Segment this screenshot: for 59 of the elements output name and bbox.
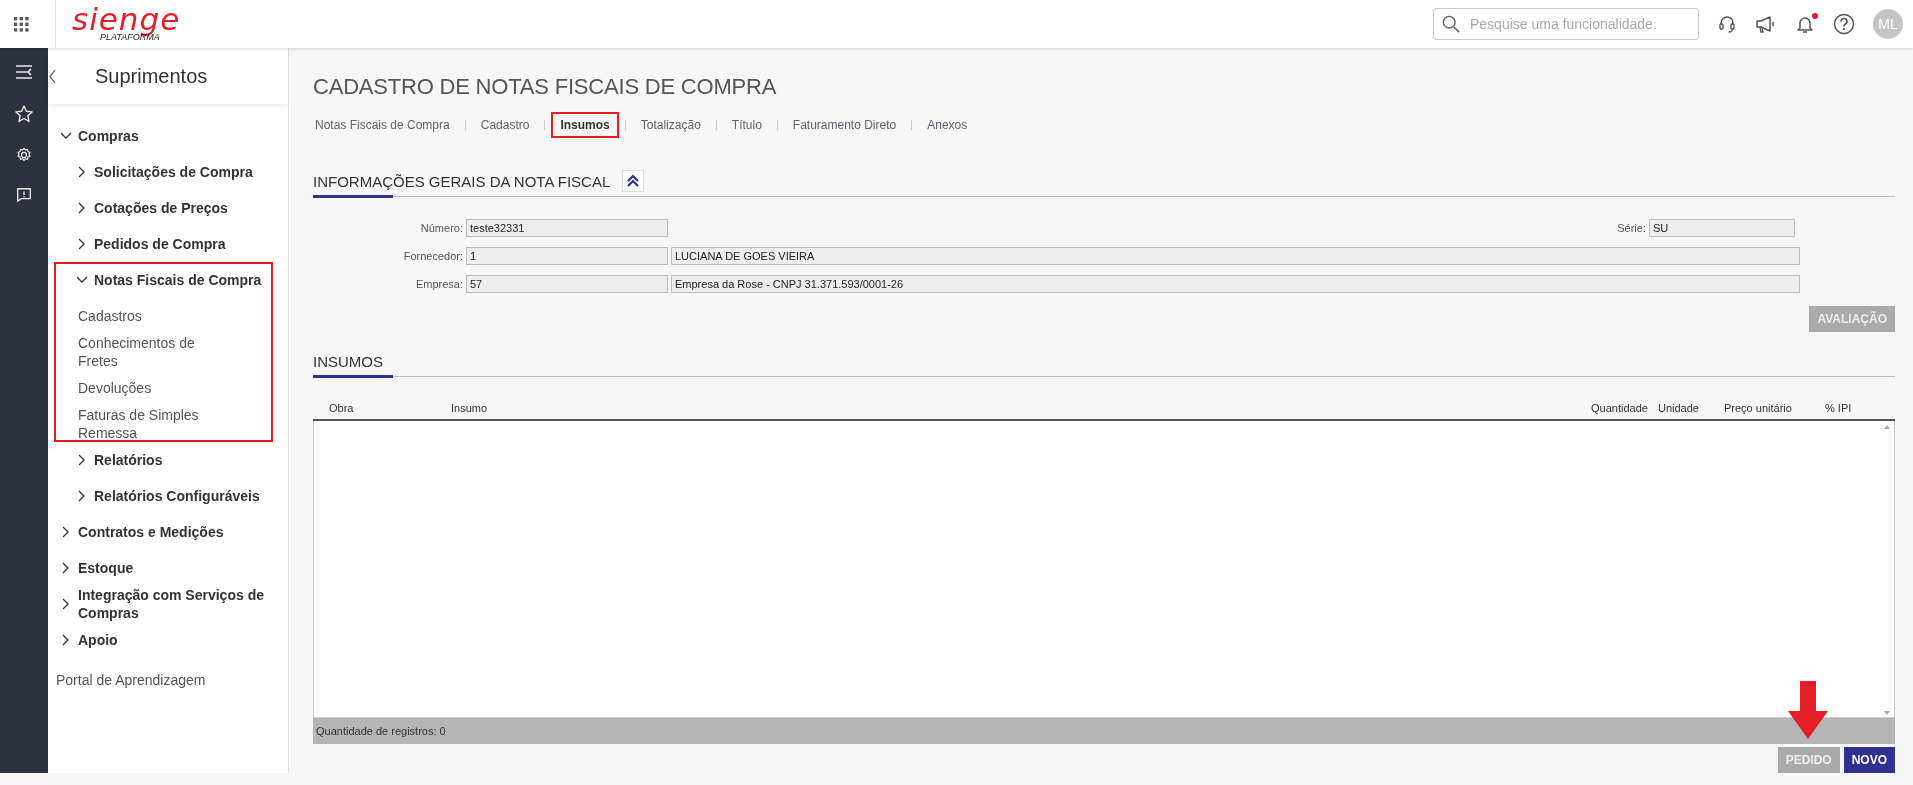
page-title: CADASTRO DE NOTAS FISCAIS DE COMPRA	[313, 73, 778, 101]
double-chevron-up-icon	[626, 174, 641, 188]
bell-icon[interactable]	[1795, 14, 1815, 34]
search-icon	[1442, 15, 1460, 33]
input-field[interactable]: 57	[466, 275, 668, 293]
tab[interactable]: Faturamento Direto	[783, 112, 906, 138]
sidebar-item[interactable]: Relatórios	[48, 442, 288, 478]
input-field[interactable]: LUCIANA DE GOES VIEIRA	[671, 247, 1800, 265]
sidebar-item[interactable]: Cadastros	[48, 298, 273, 334]
tab[interactable]: Cadastro	[471, 112, 539, 138]
input-field[interactable]: Empresa da Rose - CNPJ 31.371.593/0001-26	[671, 275, 1800, 293]
headset-icon[interactable]	[1717, 14, 1737, 34]
tab[interactable]: Título	[722, 112, 771, 138]
input-field[interactable]: 1	[466, 247, 668, 265]
field-label: Empresa:	[414, 278, 463, 290]
sidebar-item[interactable]: Solicitações de Compra	[48, 154, 288, 190]
sidebar-item[interactable]: Conhecimentos de Fretes	[48, 334, 273, 370]
column-header[interactable]: Quantidade	[1591, 402, 1658, 414]
input-field[interactable]: SU	[1649, 219, 1795, 237]
section-title: INSUMOS	[313, 352, 383, 370]
sidebar-title: Suprimentos	[95, 64, 208, 88]
sidebar-item[interactable]: Contratos e Medições	[48, 514, 288, 550]
column-header[interactable]: Unidade	[1658, 402, 1724, 414]
search-field[interactable]: Pesquise uma funcionalidade.	[1433, 8, 1699, 40]
sidebar-item[interactable]: Pedidos de Compra	[48, 226, 288, 262]
apps-grid-icon[interactable]	[14, 16, 29, 32]
field-label: Número:	[419, 222, 463, 234]
column-header[interactable]: Preço unitário	[1724, 402, 1825, 414]
sidebar-item[interactable]: Faturas de Simples Remessa	[48, 406, 273, 442]
sidebar-item[interactable]: Portal de Aprendizagem	[48, 662, 288, 698]
feedback-icon[interactable]	[15, 186, 33, 204]
collapse-button[interactable]	[622, 170, 645, 192]
field-label: Fornecedor:	[402, 250, 463, 262]
help-icon[interactable]	[1833, 13, 1855, 35]
input-field[interactable]: teste32331	[466, 219, 668, 237]
column-header[interactable]: Insumo	[451, 402, 1591, 414]
sidebar-item[interactable]: Integração com Serviços de Compras	[48, 586, 288, 622]
record-count: Quantidade de registros: 0	[313, 718, 1895, 744]
sidebar-item[interactable]: Apoio	[48, 622, 288, 658]
tab[interactable]: Totalização	[631, 112, 710, 138]
column-header[interactable]: % IPI	[1825, 402, 1895, 414]
tab[interactable]: Notas Fiscais de Compra	[313, 112, 459, 138]
section-title: INFORMAÇÕES GERAIS DA NOTA FISCAL	[313, 172, 611, 190]
menu-icon[interactable]	[14, 62, 34, 82]
sidebar-item[interactable]: Cotações de Preços	[48, 190, 288, 226]
megaphone-icon[interactable]	[1755, 14, 1777, 34]
sidebar-item[interactable]: Notas Fiscais de Compra	[48, 262, 273, 298]
tab[interactable]: Anexos	[918, 112, 977, 138]
sidebar-item[interactable]: Devoluções	[48, 370, 273, 406]
tab[interactable]: Insumos	[551, 112, 619, 138]
back-chevron-icon[interactable]	[48, 68, 57, 84]
sidebar-item[interactable]: Estoque	[48, 550, 288, 586]
sidebar-item[interactable]: Compras	[48, 118, 288, 154]
column-header[interactable]: Obra	[329, 402, 451, 414]
new-button[interactable]: NOVO	[1843, 747, 1895, 773]
field-label: Série:	[1616, 222, 1646, 234]
star-icon[interactable]	[14, 104, 34, 124]
sidebar-item[interactable]: Relatórios Configuráveis	[48, 478, 288, 514]
gear-icon[interactable]	[15, 146, 33, 164]
